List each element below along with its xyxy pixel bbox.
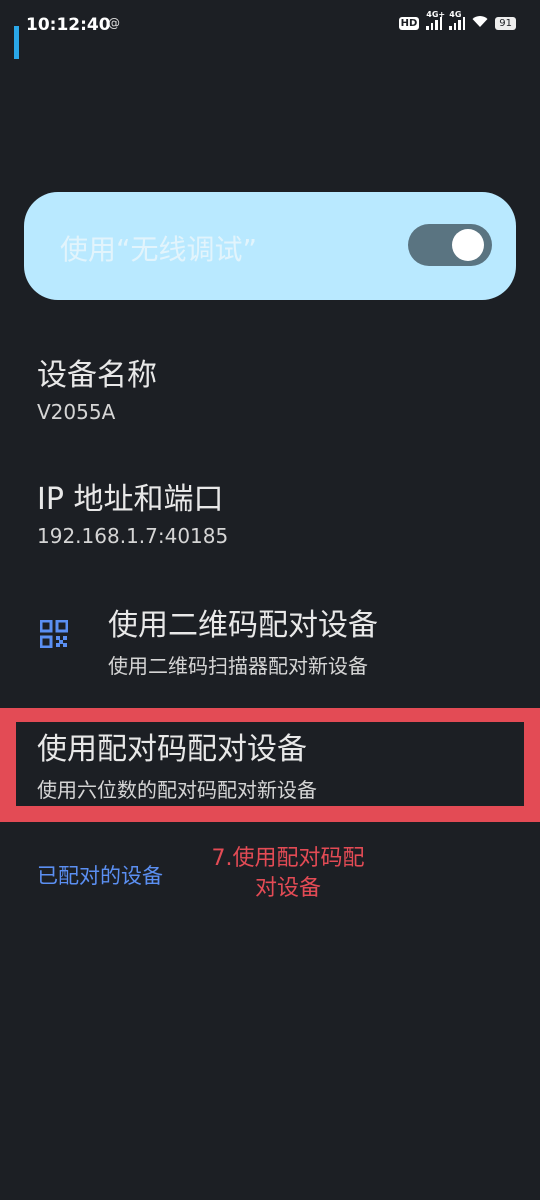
qr-pair-subtitle: 使用二维码扫描器配对新设备 xyxy=(108,654,368,678)
device-name-item[interactable]: 设备名称 V2055A xyxy=(37,350,157,424)
wireless-debugging-label: 使用“无线调试” xyxy=(60,233,258,266)
sim2-network-label: 4G xyxy=(449,10,462,19)
ip-port-item: IP 地址和端口 192.168.1.7:40185 xyxy=(37,474,228,548)
step-annotation: 7.使用配对码配 对设备 xyxy=(196,844,380,904)
annotation-line-1: 7.使用配对码配 xyxy=(211,846,365,871)
paired-devices-header: 已配对的设备 xyxy=(37,864,163,888)
qr-pair-title: 使用二维码配对设备 xyxy=(108,608,378,643)
annotation-line-2: 对设备 xyxy=(254,876,321,901)
hd-voice-icon: HD xyxy=(398,17,420,30)
ip-port-title: IP 地址和端口 xyxy=(37,482,224,517)
qr-pair-item[interactable]: 使用二维码配对设备 使用二维码扫描器配对新设备 xyxy=(108,600,378,679)
status-time: 10:12:40 xyxy=(26,15,111,35)
wifi-icon xyxy=(472,15,488,32)
wireless-debugging-toggle-card[interactable]: 使用“无线调试” xyxy=(24,192,516,300)
battery-icon: 91 xyxy=(495,17,516,30)
device-name-value: V2055A xyxy=(37,400,116,424)
signal-4g-icon: 4G xyxy=(449,10,466,30)
code-pair-title: 使用配对码配对设备 xyxy=(37,732,307,767)
notification-icon: @ xyxy=(108,16,120,30)
status-bar: 10:12:40 @ HD 4G+ 4G 91 xyxy=(0,0,540,52)
ip-port-value: 192.168.1.7:40185 xyxy=(37,524,229,548)
device-name-title: 设备名称 xyxy=(37,358,157,393)
qr-code-icon xyxy=(40,620,68,648)
status-icons: HD 4G+ 4G 91 xyxy=(398,10,516,32)
code-pair-item[interactable]: 使用配对码配对设备 使用六位数的配对码配对新设备 xyxy=(37,724,317,803)
sim1-network-label: 4G+ xyxy=(426,10,446,19)
switch-knob xyxy=(452,229,484,261)
wireless-debugging-switch[interactable] xyxy=(408,224,492,266)
scroll-indicator xyxy=(14,26,19,59)
signal-4g-plus-icon: 4G+ xyxy=(426,10,445,30)
code-pair-subtitle: 使用六位数的配对码配对新设备 xyxy=(37,778,317,802)
